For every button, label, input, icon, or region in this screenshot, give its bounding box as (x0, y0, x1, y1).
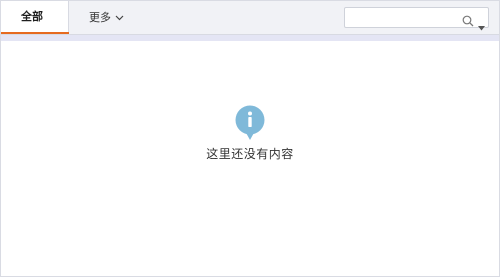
empty-state: 这里还没有内容 (1, 105, 499, 162)
search-box (344, 7, 489, 31)
top-toolbar: 全部 更多 (1, 1, 499, 35)
search-input[interactable] (349, 10, 453, 25)
active-tab-indicator (1, 32, 69, 34)
toolbar-divider-strip (1, 35, 499, 41)
empty-state-message: 这里还没有内容 (206, 147, 294, 161)
tab-more[interactable]: 更多 (89, 10, 124, 26)
caret-down-icon[interactable] (478, 16, 485, 35)
tab-all-label: 全部 (21, 10, 43, 23)
chevron-down-icon (115, 15, 124, 21)
info-icon (235, 105, 265, 140)
search-icon[interactable] (462, 12, 474, 31)
content-panel: 全部 更多 这里还没有内容 (0, 0, 500, 277)
tab-all[interactable]: 全部 (1, 1, 69, 34)
tab-more-label: 更多 (89, 11, 111, 24)
